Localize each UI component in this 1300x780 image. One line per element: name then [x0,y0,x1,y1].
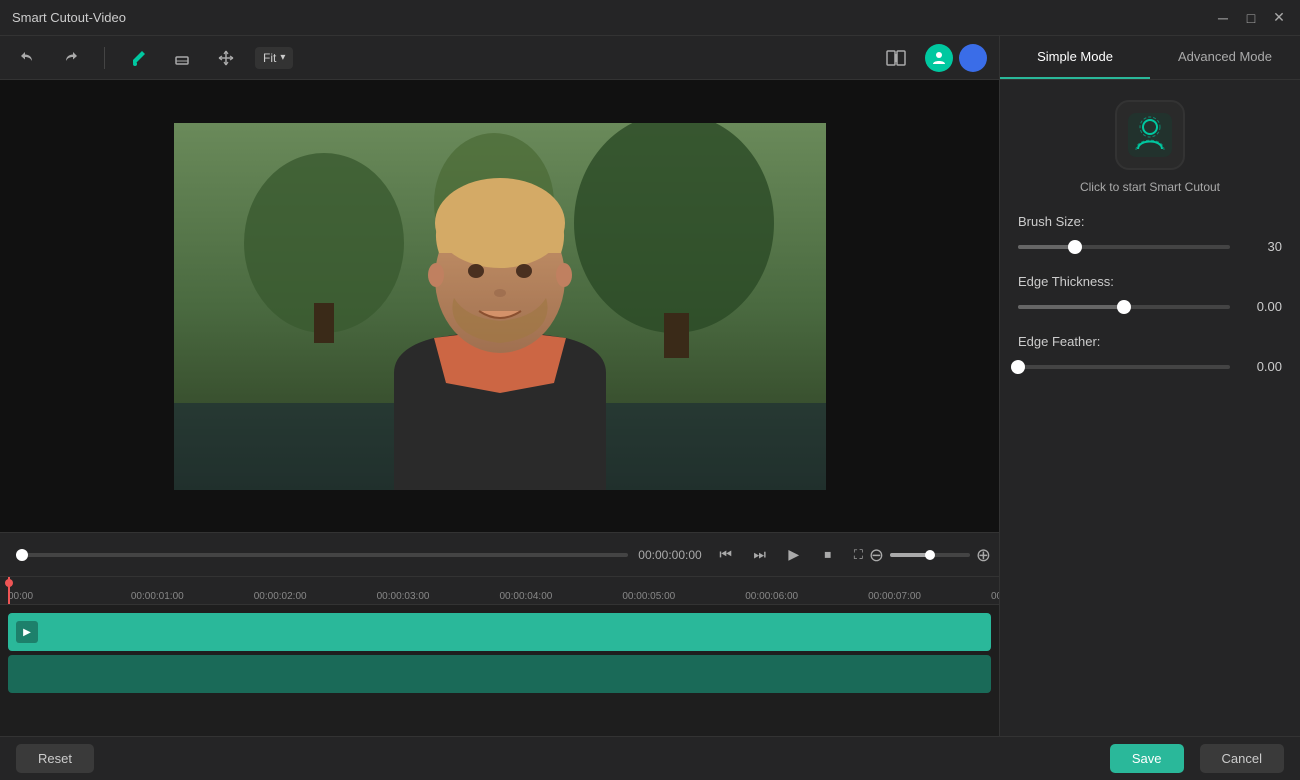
ruler-mark: 00:00:03:00 [377,591,430,606]
undo-button[interactable] [12,43,42,73]
undo-icon [18,49,36,67]
track-play-icon: ▶ [16,621,38,643]
video-frame [174,123,826,490]
stop-button[interactable]: ⏹ [814,541,842,569]
playhead-top [5,579,13,587]
seek-bar-container[interactable] [16,553,628,557]
video-content [174,123,826,490]
time-display: 00:00:00:00 [638,548,701,562]
edge-feather-label: Edge Feather: [1018,334,1282,349]
compare-button[interactable] [881,43,911,73]
maximize-button[interactable]: □ [1242,9,1260,27]
brush-size-slider[interactable] [1018,245,1230,249]
edge-feather-row: 0.00 [1018,359,1282,374]
save-button[interactable]: Save [1110,744,1184,773]
skip-back-button[interactable]: ⏮ [712,541,740,569]
ruler-mark: 00:00:07:00 [868,591,921,606]
draw-brush-button[interactable] [123,43,153,73]
ruler-mark: 00:00:04:00 [500,591,553,606]
brush-size-fill [1018,245,1075,249]
brush-size-group: Brush Size: 30 [1018,214,1282,254]
edge-thickness-label: Edge Thickness: [1018,274,1282,289]
title-bar: Smart Cutout-Video ─ □ ✕ [0,0,1300,36]
eraser-icon [173,49,191,67]
ruler-mark: 00:00:01:00 [131,591,184,606]
edge-thickness-thumb[interactable] [1117,300,1131,314]
ruler-mark: 00:00:08:0 [991,591,999,606]
zoom-controls: ⏮ ⏭ ▶ ⏹ ⛶ ⊖ ⊕ [712,541,991,569]
ruler-mark: 00:00 [8,591,33,606]
pan-button[interactable] [211,43,241,73]
audio-track[interactable] [8,655,991,693]
view-toggle [925,44,987,72]
video-track[interactable]: ▶ [8,613,991,651]
brush-size-row: 30 [1018,239,1282,254]
playhead-marker [8,577,10,604]
advanced-mode-tab[interactable]: Advanced Mode [1150,36,1300,79]
cutout-label: Click to start Smart Cutout [1080,180,1220,194]
edge-feather-thumb[interactable] [1011,360,1025,374]
playback-controls: 00:00:00:00 ⏮ ⏭ ▶ ⏹ ⛶ ⊖ ⊕ [0,532,999,576]
brush-size-value: 30 [1240,239,1282,254]
edge-thickness-row: 0.00 [1018,299,1282,314]
timeline-area: 00:00 00:00:01:00 00:00:02:00 00:00:03:00 00… [0,576,999,736]
smart-cutout-icon [1128,113,1172,157]
toolbar: Fit ▾ [0,36,999,80]
step-back-button[interactable]: ⏭ [746,541,774,569]
edge-feather-group: Edge Feather: 0.00 [1018,334,1282,374]
fit-dropdown[interactable]: Fit ▾ [255,47,293,69]
person-icon [931,50,947,66]
compare-icon [886,50,906,66]
edge-thickness-fill [1018,305,1124,309]
redo-button[interactable] [56,43,86,73]
close-button[interactable]: ✕ [1270,9,1288,27]
edge-thickness-slider[interactable] [1018,305,1230,309]
toolbar-divider [104,47,105,69]
mode-tabs: Simple Mode Advanced Mode [1000,36,1300,80]
brush-size-label: Brush Size: [1018,214,1282,229]
right-content: Click to start Smart Cutout Brush Size: … [1000,80,1300,736]
edge-feather-value: 0.00 [1240,359,1282,374]
redo-icon [62,49,80,67]
cutout-section: Click to start Smart Cutout [1080,100,1220,194]
fit-label: Fit [263,51,276,65]
cancel-button[interactable]: Cancel [1200,744,1284,773]
pan-icon [217,49,235,67]
brush-icon [129,49,147,67]
timeline-ruler: 00:00 00:00:01:00 00:00:02:00 00:00:03:00 00… [0,577,999,605]
eraser-button[interactable] [167,43,197,73]
zoom-out-button[interactable]: ⊖ [869,546,884,564]
bottom-right-actions: Save Cancel [1110,744,1284,773]
edge-thickness-value: 0.00 [1240,299,1282,314]
edge-thickness-group: Edge Thickness: 0.00 [1018,274,1282,314]
bottom-bar: Reset Save Cancel [0,736,1300,780]
ruler-mark: 00:00:06:00 [745,591,798,606]
ruler-mark: 00:00:02:00 [254,591,307,606]
brush-size-thumb[interactable] [1068,240,1082,254]
fit-arrow: ▾ [280,52,285,63]
play-button[interactable]: ▶ [780,541,808,569]
zoom-in-button[interactable]: ⊕ [976,546,991,564]
right-panel: Simple Mode Advanced Mode Clic [1000,36,1300,736]
main-layout: Fit ▾ [0,36,1300,736]
zoom-expand-button[interactable]: ⛶ [854,548,863,561]
edge-feather-slider[interactable] [1018,365,1230,369]
app-title: Smart Cutout-Video [12,10,126,25]
zoom-slider[interactable] [890,553,970,557]
timeline-tracks: ▶ [0,605,999,736]
left-panel: Fit ▾ [0,36,1000,736]
seek-bar-track [16,553,628,557]
sliders-section: Brush Size: 30 Edge Thickness: [1018,214,1282,374]
smart-cutout-button[interactable] [1115,100,1185,170]
ruler-mark: 00:00:05:00 [622,591,675,606]
minimize-button[interactable]: ─ [1214,9,1232,27]
title-bar-controls: ─ □ ✕ [1214,9,1288,27]
seek-bar-thumb[interactable] [16,549,28,561]
reset-button[interactable]: Reset [16,744,94,773]
view-person-button[interactable] [925,44,953,72]
view-color-button[interactable] [959,44,987,72]
simple-mode-tab[interactable]: Simple Mode [1000,36,1150,79]
video-area [0,80,999,532]
